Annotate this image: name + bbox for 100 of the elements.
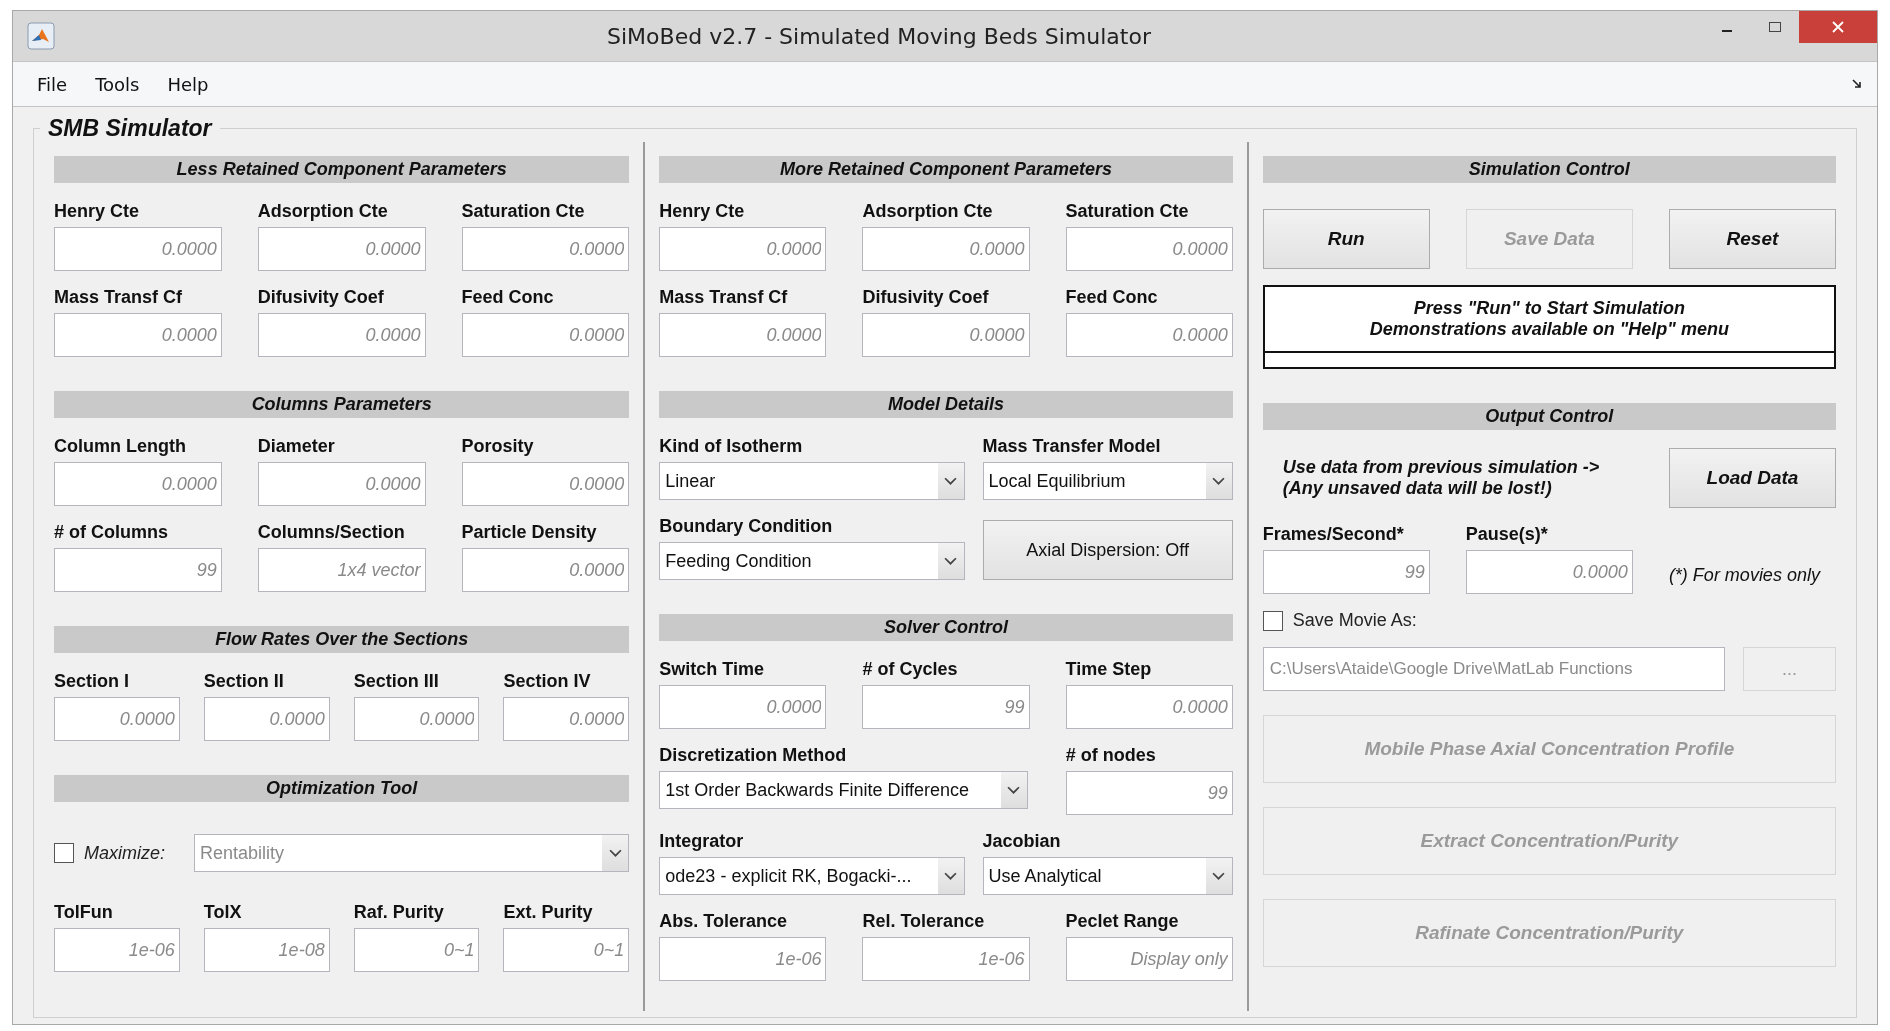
field-label: Columns/Section bbox=[257, 522, 406, 544]
field-label: Adsorption Cte bbox=[257, 201, 389, 223]
input-field[interactable]: 0.0000 bbox=[54, 227, 222, 271]
input-field[interactable]: 1e-06 bbox=[659, 937, 827, 981]
menu-item[interactable]: Help bbox=[167, 73, 209, 95]
input-field[interactable]: 0.0000 bbox=[54, 462, 222, 506]
section-heading: Simulation Control bbox=[1262, 156, 1836, 183]
input-field[interactable]: 0.0000 bbox=[1065, 313, 1233, 357]
field-label: Peclet Range bbox=[1065, 911, 1180, 933]
button[interactable]: Axial Dispersion: Off bbox=[982, 520, 1233, 580]
field-label: Column Length bbox=[54, 436, 187, 458]
input-field[interactable]: 0.0000 bbox=[461, 313, 630, 357]
input-field[interactable]: 0.0000 bbox=[203, 697, 330, 741]
field-label: Switch Time bbox=[659, 659, 766, 681]
section-heading: Less Retained Component Parameters bbox=[54, 156, 630, 183]
input-field[interactable]: 0.0000 bbox=[659, 685, 827, 729]
field-label: TolFun bbox=[54, 902, 114, 924]
menu-item[interactable]: Tools bbox=[95, 73, 140, 95]
input-field[interactable]: 1x4 vector bbox=[257, 548, 426, 592]
field-label: Section I bbox=[54, 671, 130, 693]
input-field[interactable]: 99 bbox=[862, 685, 1030, 729]
section-heading: Flow Rates Over the Sections bbox=[54, 626, 630, 653]
checkbox[interactable] bbox=[54, 843, 74, 863]
dropdown[interactable]: ode23 - explicit RK, Bogacki-... bbox=[659, 857, 965, 895]
close-icon bbox=[1830, 19, 1846, 35]
input-field[interactable]: 0.0000 bbox=[461, 548, 630, 592]
field-label: Kind of Isotherm bbox=[659, 436, 804, 458]
field-label: # of Columns bbox=[54, 522, 169, 544]
hint-text: (*) For movies only bbox=[1668, 565, 1822, 586]
field-label: Boundary Condition bbox=[659, 516, 834, 538]
field-label: Rel. Tolerance bbox=[862, 911, 986, 933]
checkbox[interactable] bbox=[1262, 610, 1283, 631]
input-field[interactable]: 0.0000 bbox=[353, 697, 480, 741]
checkbox-label: Save Movie As: bbox=[1292, 610, 1417, 631]
input-field[interactable]: 0.0000 bbox=[54, 697, 180, 741]
input-field[interactable]: 0.0000 bbox=[1465, 550, 1633, 594]
field-label: Adsorption Cte bbox=[862, 201, 994, 223]
input-field[interactable]: 0.0000 bbox=[862, 227, 1030, 271]
field-label: Diameter bbox=[257, 436, 336, 458]
field-label: # of nodes bbox=[1065, 745, 1157, 767]
section-heading: More Retained Component Parameters bbox=[659, 156, 1233, 183]
field-label: Henry Cte bbox=[659, 201, 746, 223]
button[interactable]: Reset bbox=[1668, 209, 1836, 269]
section-heading: Output Control bbox=[1262, 403, 1836, 430]
field-label: Porosity bbox=[461, 436, 535, 458]
field-label: Abs. Tolerance bbox=[659, 911, 789, 933]
input-field[interactable]: 0.0000 bbox=[659, 227, 827, 271]
field-label: Frames/Second* bbox=[1262, 524, 1405, 546]
input-field[interactable]: 0.0000 bbox=[461, 227, 630, 271]
field-label: # of Cycles bbox=[862, 659, 959, 681]
input-field[interactable]: 0.0000 bbox=[1065, 685, 1233, 729]
note-text: (Any unsaved data will be lost!) bbox=[1282, 478, 1553, 499]
panel-title: SMB Simulator bbox=[47, 115, 214, 142]
input-field[interactable]: 0~1 bbox=[353, 928, 480, 972]
input-field[interactable]: 1e-06 bbox=[862, 937, 1030, 981]
field-label: Difusivity Coef bbox=[862, 287, 990, 309]
input-field[interactable]: 99 bbox=[1065, 771, 1233, 815]
button[interactable]: Load Data bbox=[1669, 448, 1836, 508]
input-field[interactable]: 0.0000 bbox=[257, 313, 426, 357]
input-field[interactable]: 99 bbox=[1262, 550, 1430, 594]
field-label: Saturation Cte bbox=[461, 201, 586, 223]
dropdown[interactable]: Linear bbox=[659, 462, 965, 500]
field-label: Jacobian bbox=[982, 831, 1062, 853]
close-button[interactable] bbox=[1799, 11, 1877, 43]
field-label: Mass Transf Cf bbox=[54, 287, 184, 309]
dropdown[interactable]: 1st Order Backwards Finite Difference bbox=[659, 771, 1028, 809]
input-field[interactable]: 1e-08 bbox=[203, 928, 330, 972]
input-field[interactable]: 99 bbox=[54, 548, 222, 592]
app-icon bbox=[27, 22, 55, 50]
input-field[interactable]: 0.0000 bbox=[503, 697, 630, 741]
field-label: Raf. Purity bbox=[353, 902, 445, 924]
arrow-icon[interactable] bbox=[1851, 78, 1863, 90]
dropdown[interactable]: Local Equilibrium bbox=[982, 462, 1233, 500]
input-field[interactable]: 0.0000 bbox=[862, 313, 1030, 357]
section-heading: Model Details bbox=[659, 391, 1233, 418]
field-label: Feed Conc bbox=[461, 287, 555, 309]
field-label: Section III bbox=[353, 671, 440, 693]
status-text: Press "Run" to Start Simulation bbox=[1413, 298, 1685, 319]
menu-item[interactable]: File bbox=[37, 73, 68, 95]
input-field[interactable]: 0.0000 bbox=[461, 462, 630, 506]
section-heading: Optimization Tool bbox=[54, 775, 630, 802]
field-label: Section IV bbox=[503, 671, 592, 693]
field-label: Ext. Purity bbox=[503, 902, 594, 924]
dropdown[interactable]: Use Analytical bbox=[982, 857, 1233, 895]
field-label: TolX bbox=[203, 902, 243, 924]
dropdown[interactable]: Feeding Condition bbox=[659, 542, 965, 580]
section-heading: Solver Control bbox=[659, 614, 1233, 641]
input-field[interactable]: 0~1 bbox=[503, 928, 630, 972]
input-field[interactable]: 0.0000 bbox=[257, 462, 426, 506]
input-field[interactable]: 0.0000 bbox=[257, 227, 426, 271]
input-field[interactable]: 0.0000 bbox=[1065, 227, 1233, 271]
button[interactable]: Run bbox=[1262, 209, 1430, 269]
field-label: Particle Density bbox=[461, 522, 598, 544]
maximize-icon bbox=[1767, 19, 1783, 35]
input-field[interactable]: 0.0000 bbox=[54, 313, 222, 357]
input-field[interactable]: 1e-06 bbox=[54, 928, 180, 972]
field-label: Mass Transf Cf bbox=[659, 287, 789, 309]
note-text: Use data from previous simulation -> bbox=[1282, 457, 1601, 478]
input-field[interactable]: 0.0000 bbox=[659, 313, 827, 357]
field-label: Pause(s)* bbox=[1465, 524, 1549, 546]
